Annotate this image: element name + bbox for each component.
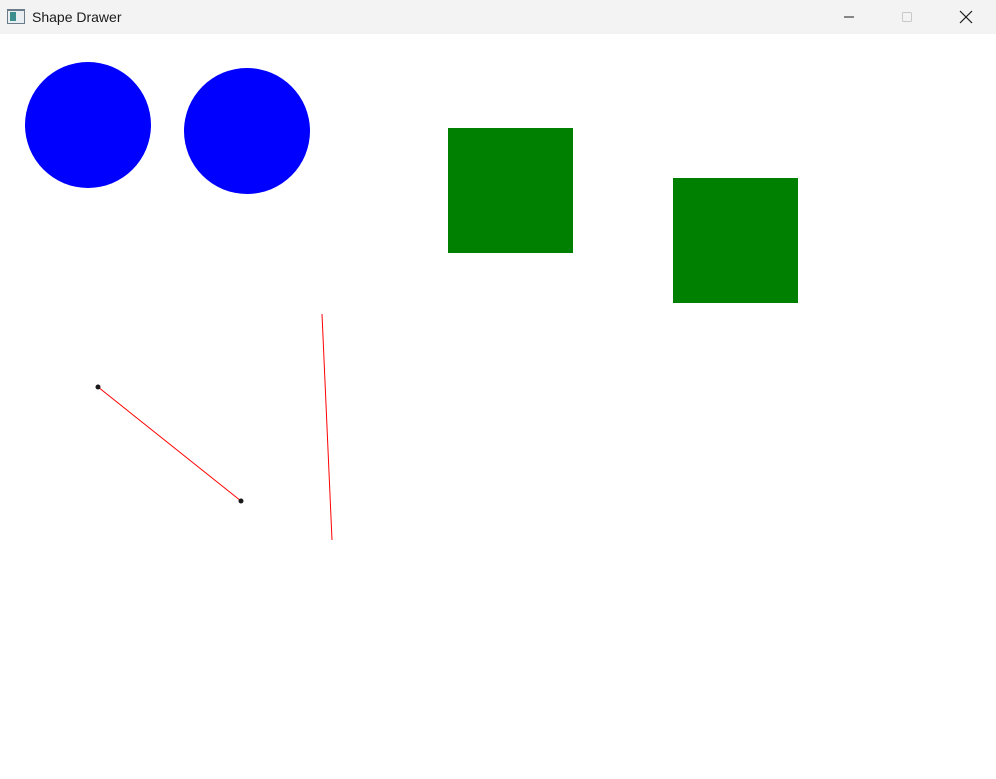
app-icon (7, 9, 25, 24)
shape-drawer-window: Shape Drawer (0, 0, 996, 779)
window-title: Shape Drawer (32, 9, 122, 25)
minimize-button[interactable] (820, 0, 878, 34)
line-1-end-handle[interactable] (238, 498, 244, 504)
green-square-2[interactable] (673, 178, 798, 303)
red-line-2[interactable] (321, 313, 333, 541)
close-button[interactable] (937, 0, 995, 34)
blue-circle-2[interactable] (184, 68, 310, 194)
drawing-canvas[interactable] (0, 34, 996, 779)
maximize-icon (902, 12, 912, 22)
title-bar[interactable]: Shape Drawer (0, 0, 996, 34)
blue-circle-1[interactable] (25, 62, 151, 188)
minimize-icon (844, 16, 854, 18)
maximize-button[interactable] (878, 0, 936, 34)
green-square-1[interactable] (448, 128, 573, 253)
red-line-1[interactable] (97, 386, 242, 502)
close-icon (959, 10, 973, 24)
drawing-surface (25, 62, 798, 541)
line-1-start-handle[interactable] (95, 384, 101, 390)
